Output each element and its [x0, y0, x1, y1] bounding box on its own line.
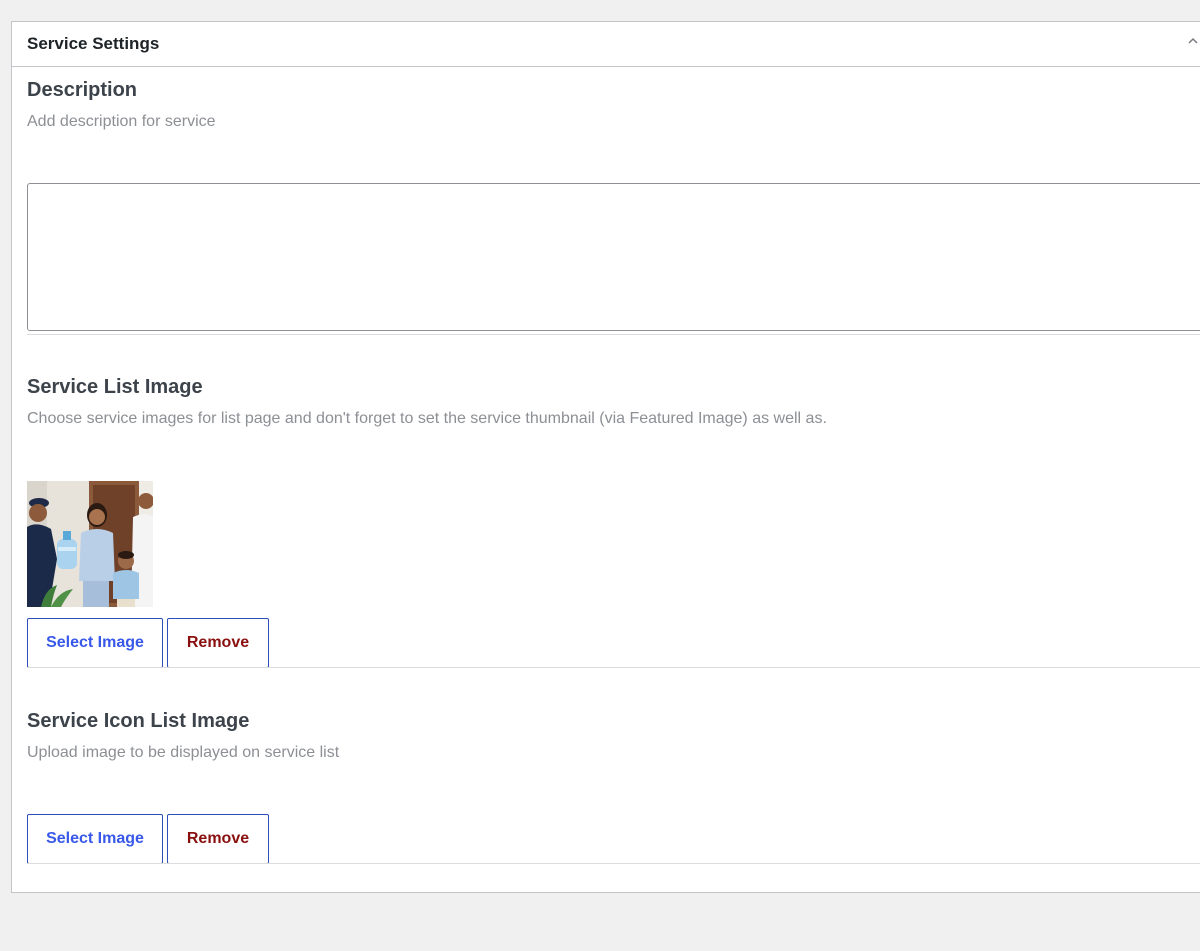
service-icon-remove-button[interactable]: Remove	[167, 814, 269, 864]
service-list-image-preview	[27, 481, 153, 607]
service-list-image-title: Service List Image	[27, 376, 203, 398]
service-list-remove-button[interactable]: Remove	[167, 618, 269, 668]
service-list-image-help: Choose service images for list page and …	[27, 410, 827, 427]
section-divider	[27, 334, 1200, 335]
service-icon-select-image-button[interactable]: Select Image	[27, 814, 163, 864]
section-divider	[27, 667, 1200, 668]
family-photo-image	[27, 481, 153, 607]
section-divider	[27, 863, 1200, 864]
service-icon-list-image-help: Upload image to be displayed on service …	[27, 744, 340, 761]
metabox-header[interactable]: Service Settings	[12, 22, 1200, 67]
metabox-title: Service Settings	[27, 34, 160, 53]
service-icon-list-image-title: Service Icon List Image	[27, 710, 250, 732]
description-help: Add description for service	[27, 113, 216, 130]
service-list-select-image-button[interactable]: Select Image	[27, 618, 163, 668]
description-title: Description	[27, 79, 138, 101]
description-textarea[interactable]	[27, 183, 1200, 331]
service-settings-metabox: Service Settings Description Add descrip…	[11, 21, 1200, 893]
chevron-up-icon[interactable]	[1188, 36, 1198, 46]
